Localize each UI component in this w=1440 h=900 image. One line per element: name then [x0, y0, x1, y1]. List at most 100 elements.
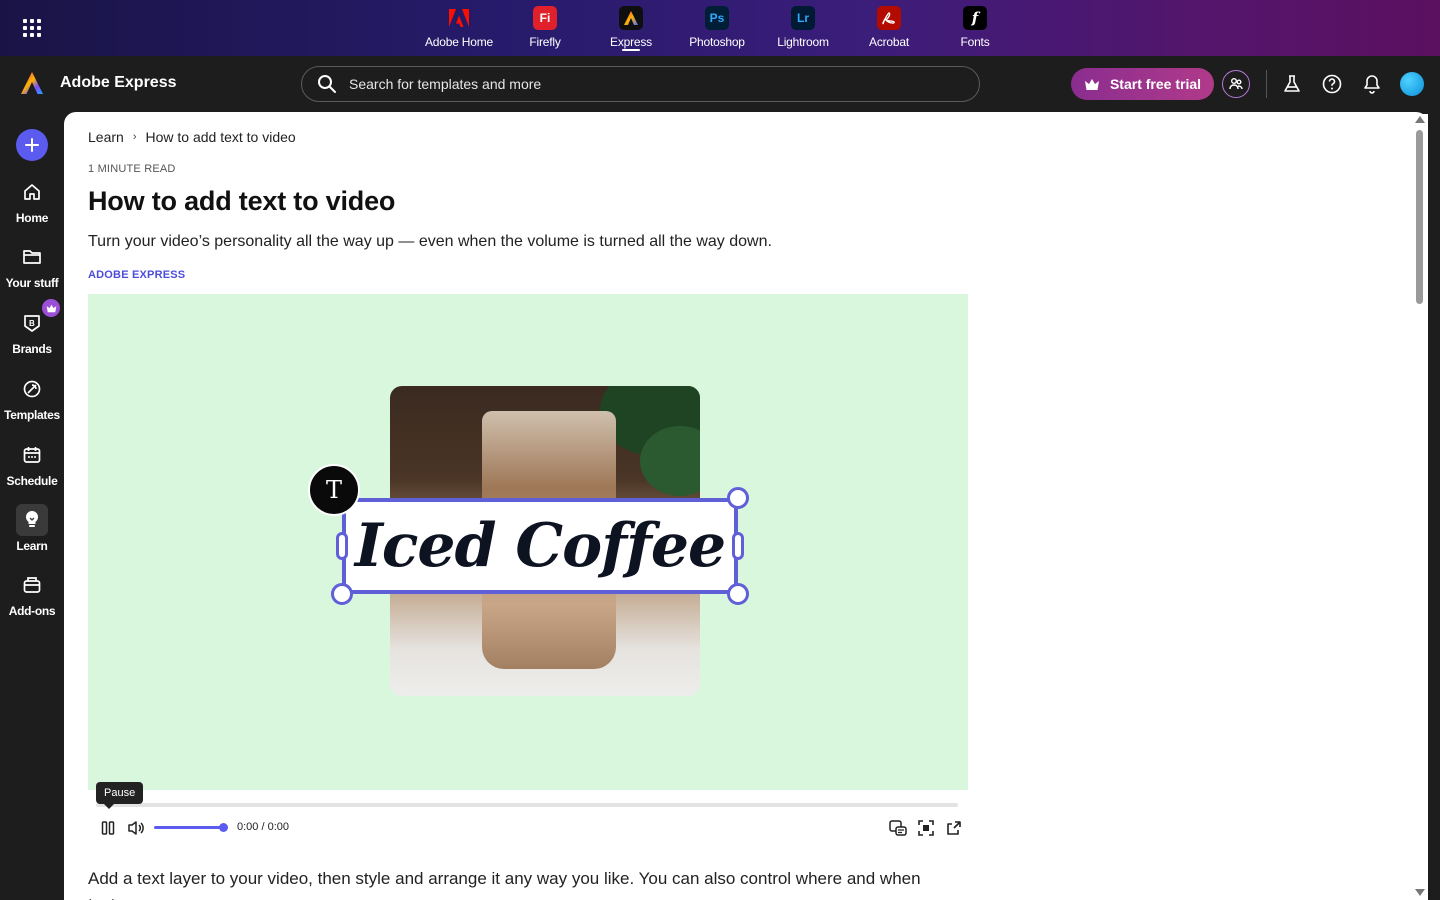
firefly-icon: Fi — [533, 6, 557, 30]
share-button[interactable] — [942, 816, 966, 840]
rail-item-your-stuff[interactable]: Your stuff — [0, 241, 64, 290]
rail-label: Your stuff — [5, 276, 59, 290]
app-switcher-bar: Adobe Home Fi Firefly Express Ps Photosh… — [0, 0, 1440, 56]
breadcrumb-current: How to add text to video — [145, 129, 296, 145]
app-lightroom[interactable]: Lr Lightroom — [760, 6, 846, 52]
app-label: Express — [610, 35, 652, 49]
app-fonts[interactable]: f Fonts — [932, 6, 1018, 52]
calendar-icon — [23, 447, 41, 463]
rail-label: Brands — [12, 342, 52, 356]
video-controls: 0:00 / 0:00 — [88, 816, 968, 840]
app-label: Firefly — [529, 35, 561, 49]
captions-button[interactable] — [886, 816, 910, 840]
app-label: Adobe Home — [424, 35, 494, 49]
app-list: Adobe Home Fi Firefly Express Ps Photosh… — [416, 6, 1018, 52]
video-progress-bar[interactable] — [96, 803, 958, 807]
search-input[interactable]: Search for templates and more — [301, 66, 980, 102]
header-divider — [1266, 70, 1267, 98]
brand[interactable]: Adobe Express — [20, 71, 176, 95]
scroll-up-icon[interactable] — [1415, 116, 1425, 123]
app-adobe-home[interactable]: Adobe Home — [416, 6, 502, 52]
templates-icon — [23, 380, 41, 398]
header: Adobe Express Search for templates and m… — [0, 56, 1440, 112]
flask-icon — [1284, 75, 1300, 92]
lightbulb-icon — [25, 510, 39, 527]
resize-handle[interactable] — [727, 583, 749, 605]
notifications-button[interactable] — [1358, 70, 1386, 98]
text-tool-button[interactable]: T — [308, 464, 360, 516]
scroll-down-icon[interactable] — [1415, 889, 1425, 896]
app-acrobat[interactable]: Acrobat — [846, 6, 932, 52]
rail-item-schedule[interactable]: Schedule — [0, 439, 64, 488]
home-icon — [24, 184, 40, 200]
rail-item-add-ons[interactable]: Add-ons — [0, 569, 64, 618]
express-icon — [619, 6, 643, 30]
app-grid-icon[interactable] — [23, 19, 41, 37]
share-icon — [947, 821, 961, 835]
create-new-button[interactable] — [16, 129, 48, 161]
crown-icon — [1084, 78, 1099, 90]
brand-icon: B — [24, 315, 40, 332]
rail-item-learn[interactable]: Learn — [0, 504, 64, 553]
rail-label: Templates — [4, 408, 60, 422]
breadcrumb: Learn › How to add text to video — [88, 129, 296, 145]
app-label: Lightroom — [777, 35, 829, 49]
overlay-text: Iced Coffee — [354, 511, 726, 581]
fullscreen-icon — [918, 820, 934, 836]
labs-button[interactable] — [1278, 70, 1306, 98]
app-firefly[interactable]: Fi Firefly — [502, 6, 588, 52]
text-icon: T — [325, 476, 342, 504]
resize-handle[interactable] — [727, 487, 749, 509]
page-subtitle: Turn your video’s personality all the wa… — [88, 233, 772, 250]
brand-name: Adobe Express — [60, 74, 177, 91]
text-layer[interactable]: Iced Coffee — [342, 498, 738, 594]
community-button[interactable] — [1222, 70, 1250, 98]
addons-icon — [23, 577, 41, 593]
help-icon — [1322, 74, 1342, 94]
premium-badge — [42, 299, 60, 317]
rail-item-templates[interactable]: Templates — [0, 373, 64, 422]
app-express[interactable]: Express — [588, 6, 674, 52]
avatar[interactable] — [1400, 72, 1424, 96]
product-tag[interactable]: ADOBE EXPRESS — [88, 269, 185, 281]
rail-item-brands[interactable]: B Brands — [0, 299, 64, 356]
pause-tooltip: Pause — [96, 782, 144, 809]
app-label: Acrobat — [869, 35, 909, 49]
plus-icon — [25, 138, 39, 152]
rail-label: Add-ons — [8, 604, 56, 618]
mute-button[interactable] — [124, 816, 148, 840]
read-time: 1 MINUTE READ — [88, 163, 176, 175]
article-body: Add a text layer to your video, then sty… — [88, 869, 921, 900]
start-free-trial-button[interactable]: Start free trial — [1071, 68, 1214, 100]
bell-icon — [1364, 75, 1380, 94]
scrollbar[interactable] — [1414, 114, 1428, 900]
breadcrumb-learn[interactable]: Learn — [88, 129, 124, 145]
rail-label: Home — [15, 211, 49, 225]
resize-handle[interactable] — [331, 583, 353, 605]
rail-label: Schedule — [6, 474, 58, 488]
search-icon — [318, 75, 336, 93]
people-icon — [1229, 78, 1243, 90]
app-label: Fonts — [960, 35, 990, 49]
fullscreen-button[interactable] — [914, 816, 938, 840]
adobe-icon — [447, 6, 471, 30]
crown-icon — [46, 304, 56, 312]
fonts-icon: f — [963, 6, 987, 30]
app-label: Photoshop — [689, 35, 745, 49]
video-player[interactable]: Iced Coffee T — [88, 294, 968, 790]
search-placeholder: Search for templates and more — [349, 76, 542, 92]
left-rail: Home Your stuff B Brands Templates Sched… — [0, 112, 64, 900]
captions-icon — [889, 820, 907, 836]
help-button[interactable] — [1318, 70, 1346, 98]
resize-handle[interactable] — [336, 532, 348, 560]
volume-slider[interactable] — [154, 823, 228, 832]
app-photoshop[interactable]: Ps Photoshop — [674, 6, 760, 52]
pause-button[interactable] — [96, 816, 120, 840]
volume-knob[interactable] — [219, 823, 228, 832]
express-logo-icon — [21, 72, 43, 94]
time-display: 0:00 / 0:00 — [237, 821, 289, 833]
resize-handle[interactable] — [732, 532, 744, 560]
scroll-thumb[interactable] — [1416, 130, 1423, 304]
rail-item-home[interactable]: Home — [0, 176, 64, 225]
page-title: How to add text to video — [88, 186, 396, 216]
